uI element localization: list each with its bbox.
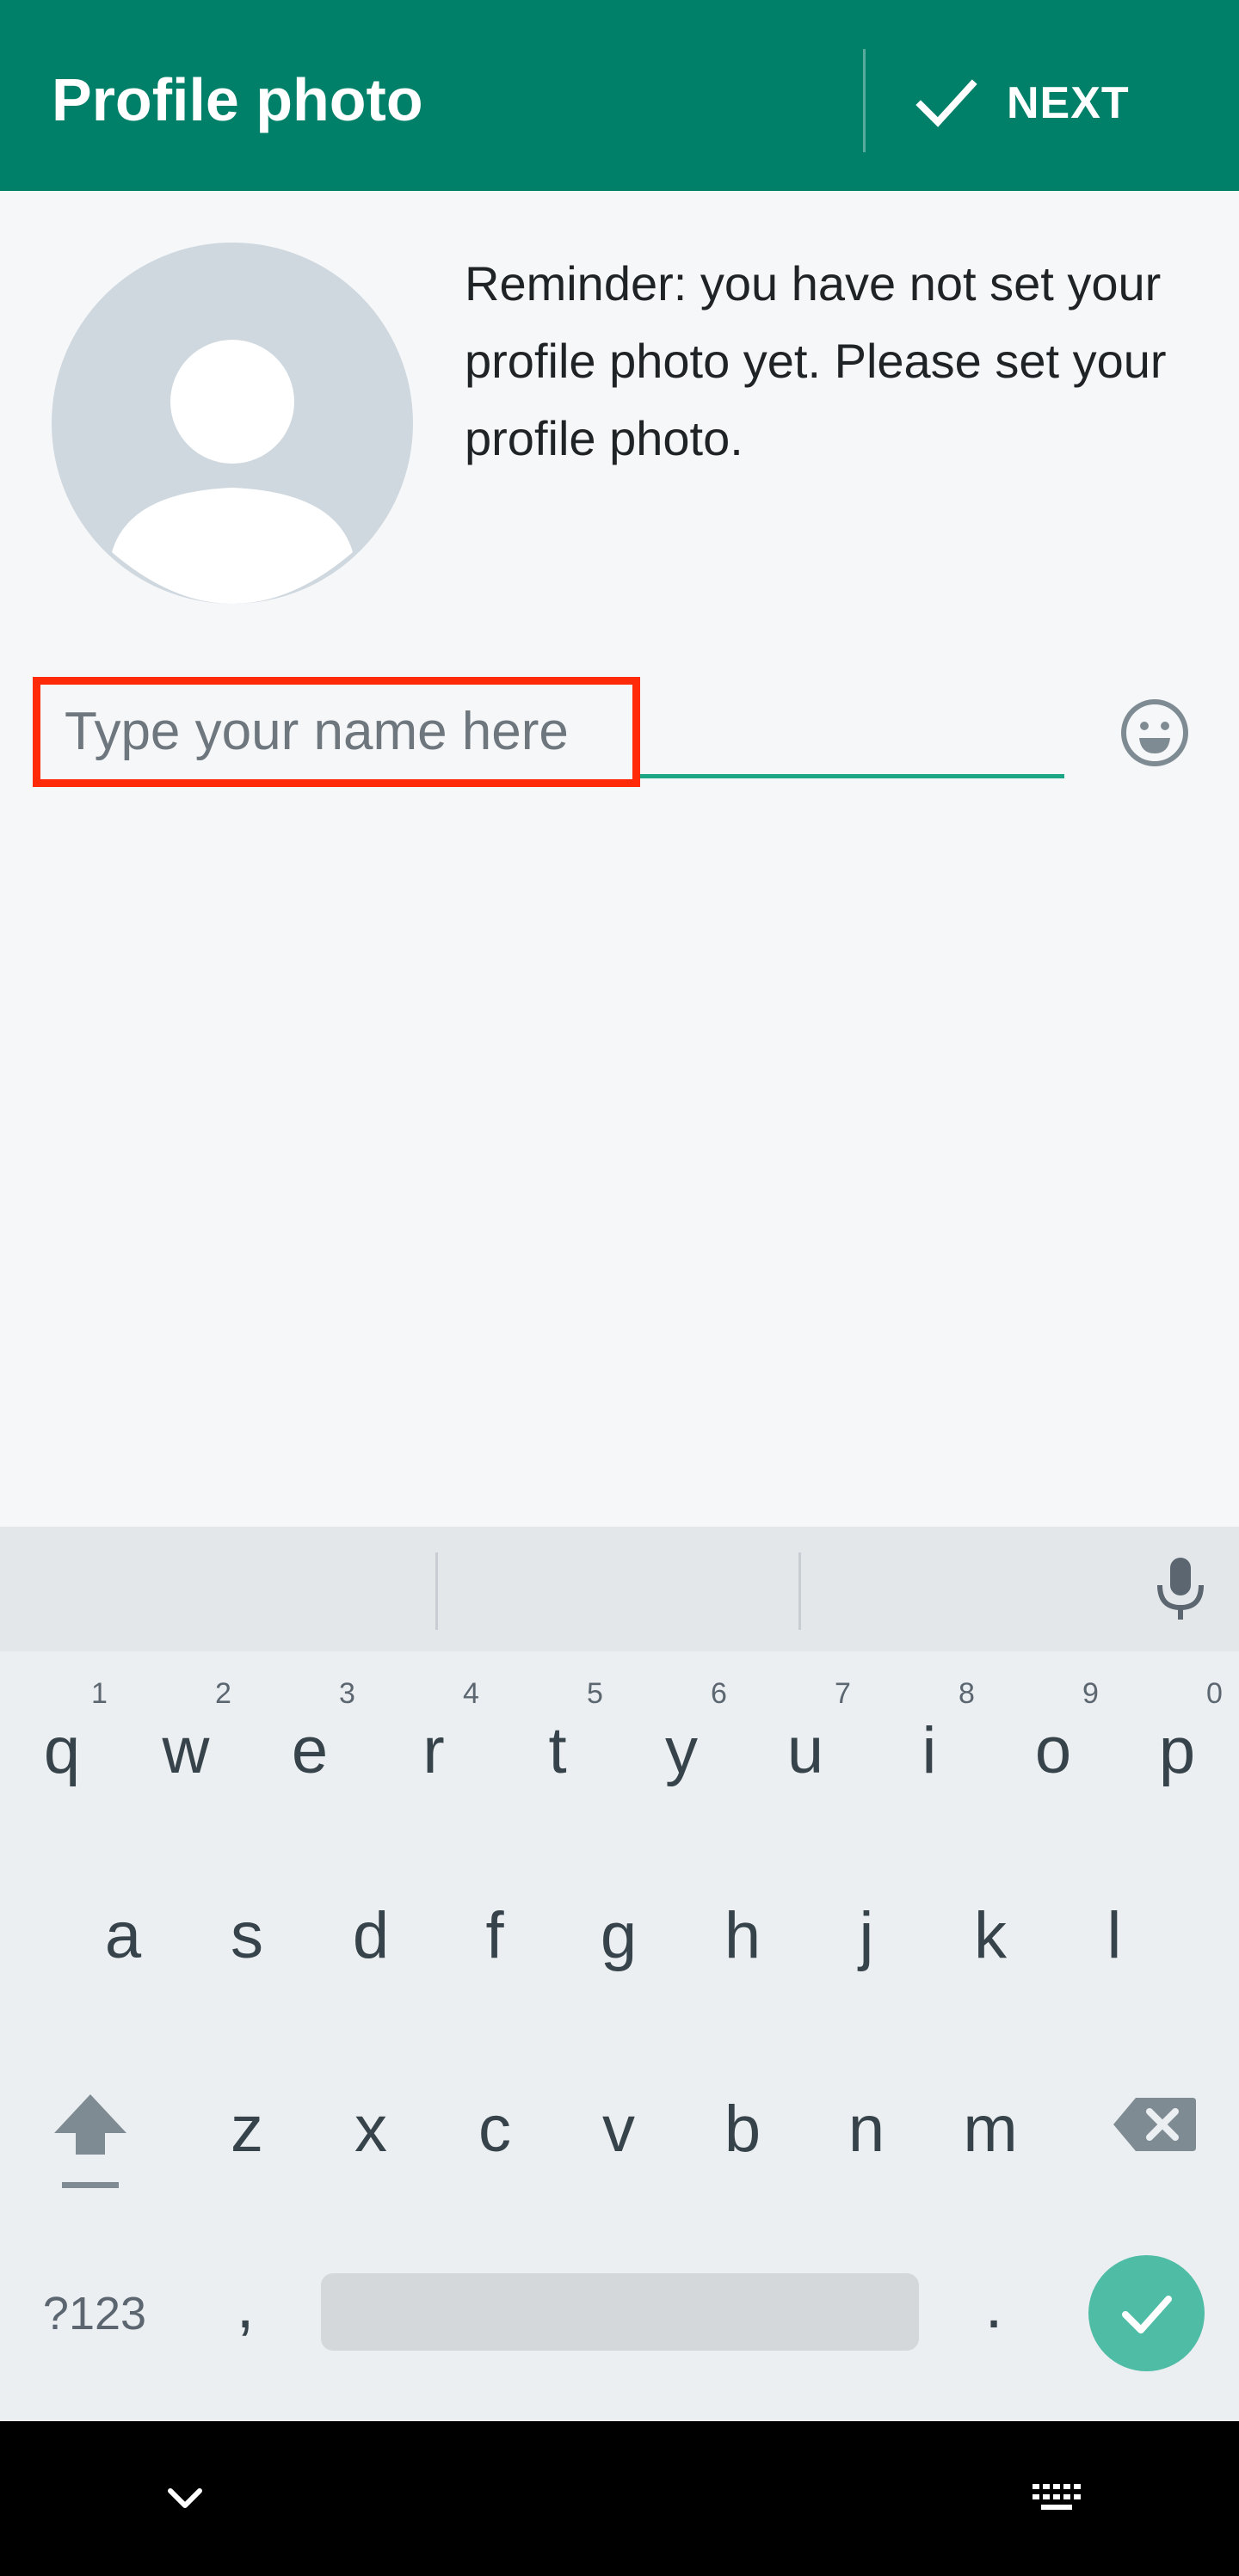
chevron-down-icon[interactable]	[163, 2477, 206, 2520]
key-p[interactable]: p	[1136, 1699, 1218, 1802]
next-button-label: NEXT	[1007, 78, 1130, 128]
backspace-key[interactable]	[1110, 2086, 1200, 2163]
key-hint: 8	[959, 1677, 975, 1710]
next-button[interactable]: NEXT	[912, 60, 1187, 146]
key-l[interactable]: l	[1073, 1884, 1156, 1987]
key-hint: 6	[711, 1677, 727, 1710]
page-title: Profile photo	[52, 66, 423, 133]
check-icon	[1121, 2295, 1172, 2333]
key-hint: 1	[91, 1677, 108, 1710]
key-b[interactable]: b	[701, 2073, 784, 2185]
key-y[interactable]: y	[640, 1699, 723, 1802]
key-g[interactable]: g	[577, 1884, 660, 1987]
key-hint: 0	[1206, 1677, 1223, 1710]
enter-key[interactable]	[1088, 2255, 1205, 2371]
name-input-container	[34, 679, 1067, 787]
name-input-underline	[637, 774, 1064, 778]
key-h[interactable]: h	[701, 1884, 784, 1987]
key-x[interactable]: x	[330, 2073, 412, 2185]
key-v[interactable]: v	[577, 2073, 660, 2185]
name-input[interactable]	[34, 679, 1067, 783]
key-w[interactable]: w	[145, 1699, 227, 1802]
symbols-key[interactable]: ?123	[26, 2271, 163, 2357]
shift-arrow-icon	[54, 2094, 126, 2188]
key-d[interactable]: d	[330, 1884, 412, 1987]
smiley-icon[interactable]	[1119, 697, 1191, 769]
suggestion-divider	[798, 1552, 801, 1630]
key-f[interactable]: f	[453, 1884, 536, 1987]
key-u[interactable]: u	[764, 1699, 847, 1802]
key-c[interactable]: c	[453, 2073, 536, 2185]
key-q[interactable]: q	[21, 1699, 103, 1802]
key-hint: 5	[587, 1677, 603, 1710]
key-z[interactable]: z	[206, 2073, 288, 2185]
key-t[interactable]: t	[516, 1699, 599, 1802]
microphone-icon[interactable]	[1150, 1554, 1211, 1623]
backspace-icon	[1113, 2098, 1196, 2151]
key-m[interactable]: m	[949, 2073, 1032, 2185]
key-hint: 4	[463, 1677, 479, 1710]
key-a[interactable]: a	[82, 1884, 164, 1987]
suggestion-divider	[435, 1552, 438, 1630]
suggestion-strip	[0, 1527, 1239, 1651]
shift-key[interactable]	[43, 2086, 138, 2198]
app-bar: Profile photo NEXT	[0, 0, 1239, 191]
check-icon	[915, 79, 977, 127]
key-hint: 3	[339, 1677, 355, 1710]
key-r[interactable]: r	[392, 1699, 475, 1802]
keyboard-icon[interactable]	[1029, 2477, 1084, 2518]
person-placeholder-icon	[112, 340, 353, 604]
key-hint: 2	[215, 1677, 231, 1710]
key-n[interactable]: n	[825, 2073, 908, 2185]
key-k[interactable]: k	[949, 1884, 1032, 1987]
space-bar[interactable]	[321, 2273, 919, 2351]
key-s[interactable]: s	[206, 1884, 288, 1987]
key-i[interactable]: i	[888, 1699, 971, 1802]
key-o[interactable]: o	[1012, 1699, 1094, 1802]
key-hint: 7	[835, 1677, 851, 1710]
key-e[interactable]: e	[268, 1699, 351, 1802]
comma-key[interactable]: ,	[219, 2253, 271, 2357]
key-hint: 9	[1082, 1677, 1099, 1710]
profile-photo-avatar[interactable]	[52, 243, 413, 604]
app-bar-divider	[863, 49, 866, 152]
profile-photo-reminder: Reminder: you have not set your profile …	[465, 256, 1167, 465]
key-j[interactable]: j	[825, 1884, 908, 1987]
period-key[interactable]: .	[968, 2253, 1020, 2357]
